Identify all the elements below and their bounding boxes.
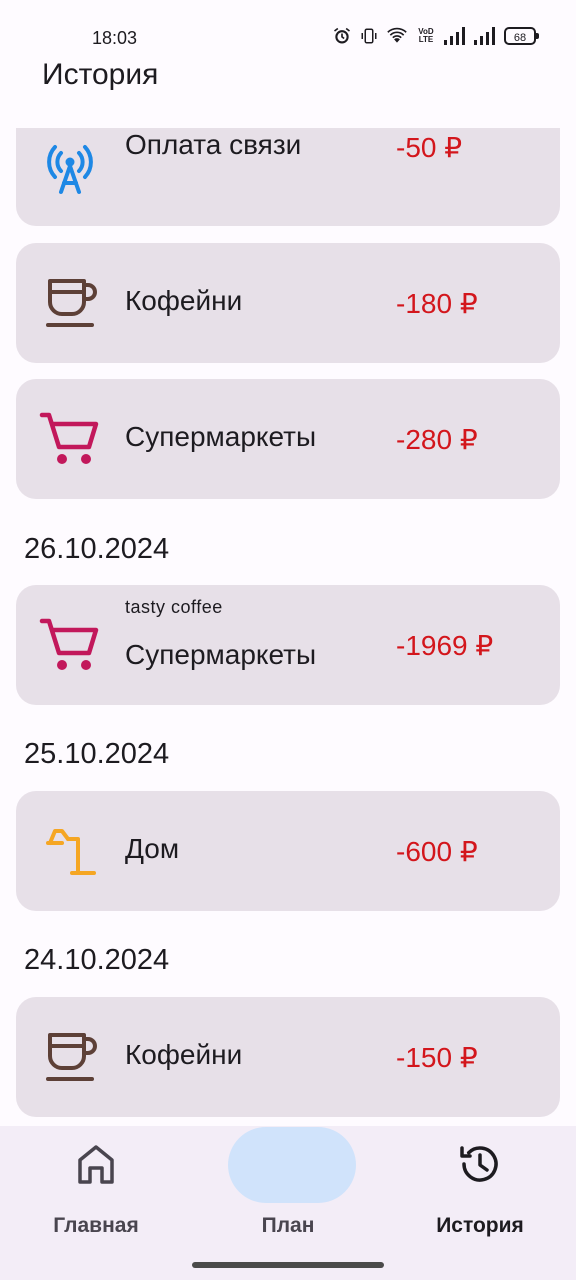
transaction-card[interactable]: Дом -600 ₽ [16, 791, 560, 911]
transaction-category: Дом [125, 833, 180, 864]
transaction-card[interactable]: tasty coffee Супермаркеты -1969 ₽ [16, 585, 560, 705]
history-list[interactable]: Оплата связи -50 ₽ Кофейни -180 ₽ Суперм… [0, 128, 576, 1126]
transaction-note: tasty coffee [125, 597, 223, 617]
cart-icon [39, 412, 99, 464]
nav-active-indicator [228, 1127, 356, 1203]
coffee-cup-icon [46, 279, 97, 327]
transaction-amount: -180 ₽ [396, 288, 478, 319]
transaction-card[interactable]: Кофейни -150 ₽ [16, 997, 560, 1117]
transaction-card[interactable]: Кофейни -180 ₽ [16, 243, 560, 363]
home-indicator[interactable] [192, 1262, 384, 1268]
alarm-icon [334, 27, 350, 44]
date-header: 25.10.2024 [24, 738, 170, 770]
bottom-navigation: Главная План История [0, 1126, 576, 1280]
signal-icon-1 [444, 27, 465, 45]
status-icons: VoD LTE 68 [332, 26, 539, 46]
transaction-amount: -150 ₽ [396, 1042, 478, 1073]
transaction-category: Кофейни [125, 285, 243, 316]
battery-icon: 68 [504, 27, 539, 45]
coffee-cup-icon [46, 1033, 97, 1081]
date-header: 24.10.2024 [24, 944, 170, 976]
cart-icon [39, 618, 99, 670]
transaction-amount: -600 ₽ [396, 836, 478, 867]
antenna-icon [47, 145, 93, 194]
transaction-amount: -1969 ₽ [396, 630, 494, 661]
transaction-category: Кофейни [125, 1039, 243, 1070]
transaction-category: Супермаркеты [125, 421, 317, 452]
status-time: 18:03 [92, 28, 138, 48]
nav-plan-label: План [261, 1214, 315, 1237]
wifi-icon [387, 27, 407, 43]
history-icon [460, 1146, 498, 1182]
page-title: История [42, 58, 159, 91]
signal-icon-2 [474, 27, 495, 45]
status-bar: 18:03 VoD LTE 68 [0, 0, 576, 60]
nav-history-label: История [436, 1214, 524, 1237]
transaction-category: Оплата связи [125, 129, 302, 160]
date-header: 26.10.2024 [24, 533, 170, 565]
transaction-card[interactable]: Супермаркеты -280 ₽ [16, 379, 560, 499]
nav-history[interactable]: История [384, 1126, 576, 1280]
transaction-amount: -280 ₽ [396, 424, 478, 455]
transaction-card[interactable]: Оплата связи -50 ₽ [16, 128, 560, 226]
home-icon [78, 1145, 114, 1184]
transaction-category: Супермаркеты [125, 639, 317, 670]
volte-label: VoD LTE [418, 27, 434, 44]
nav-home-label: Главная [53, 1214, 139, 1237]
transaction-amount: -50 ₽ [396, 132, 463, 163]
desk-lamp-icon [46, 829, 96, 875]
vibrate-icon [361, 28, 377, 44]
nav-home[interactable]: Главная [0, 1126, 192, 1280]
